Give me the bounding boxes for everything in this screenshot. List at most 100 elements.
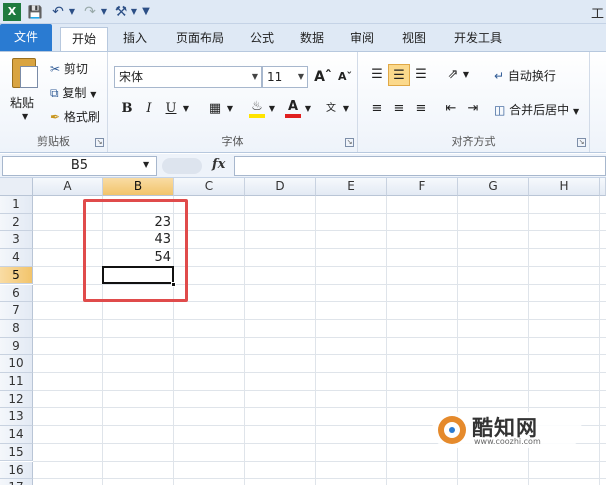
name-box-dropdown-icon[interactable]: ▼ (143, 160, 149, 169)
font-size-select[interactable]: 11 ▼ (262, 66, 308, 88)
font-name-select[interactable]: 宋体 ▼ (114, 66, 262, 88)
alignment-launcher-icon[interactable]: ↘ (577, 138, 586, 147)
italic-button[interactable]: I (138, 98, 160, 120)
fill-color-icon[interactable]: ♨ (246, 96, 268, 118)
grid-column-line (386, 196, 387, 485)
row-header-14[interactable]: 14 (0, 426, 33, 444)
tab-insert[interactable]: 插入 (112, 27, 158, 51)
row-header-2[interactable]: 2 (0, 213, 33, 232)
row-header-7[interactable]: 7 (0, 302, 33, 320)
font-color-dropdown-icon[interactable]: ▼ (302, 98, 314, 120)
merge-center-button[interactable]: ◫ 合并后居中 ▼ (494, 101, 579, 118)
formula-input[interactable] (234, 156, 606, 176)
insert-function-button[interactable]: fx (212, 157, 225, 172)
row-header-5[interactable]: 5 (0, 266, 33, 285)
tab-data[interactable]: 数据 (290, 27, 334, 51)
tab-page-layout[interactable]: 页面布局 (164, 27, 236, 51)
increase-font-icon[interactable]: Aˆ (312, 66, 334, 88)
tab-view[interactable]: 视图 (392, 27, 436, 51)
customize-toolbar-icon[interactable]: ▼ (140, 3, 152, 21)
name-box[interactable]: B5 (2, 156, 157, 176)
select-all-corner[interactable] (0, 178, 33, 196)
row-header-17[interactable]: 17 (0, 479, 33, 485)
align-middle-icon[interactable]: ☰ (388, 64, 410, 86)
phonetic-icon[interactable]: 文 (320, 98, 342, 120)
paste-icon[interactable] (8, 56, 42, 94)
cut-button[interactable]: ✂ 剪切 (50, 60, 88, 77)
tab-formulas[interactable]: 公式 (240, 27, 284, 51)
grid-row-line (33, 372, 606, 373)
tab-home[interactable]: 开始 (60, 27, 108, 51)
align-top-icon[interactable]: ☰ (366, 64, 388, 86)
undo-icon[interactable]: ↶ (48, 3, 68, 21)
align-bottom-icon[interactable]: ☰ (410, 64, 432, 86)
highlight-box (83, 199, 188, 303)
align-left-icon[interactable]: ≡ (366, 98, 388, 120)
row-header-8[interactable]: 8 (0, 319, 33, 338)
tab-file[interactable]: 文件 (0, 24, 52, 51)
grid-column-line (315, 196, 316, 485)
row-header-9[interactable]: 9 (0, 337, 33, 356)
underline-dropdown-icon[interactable]: ▼ (180, 98, 192, 120)
paste-button[interactable]: 粘贴 (10, 94, 34, 111)
row-header-15[interactable]: 15 (0, 443, 33, 462)
row-header-6[interactable]: 6 (0, 284, 33, 303)
align-right-icon[interactable]: ≡ (410, 98, 432, 120)
row-header-13[interactable]: 13 (0, 408, 33, 427)
font-name-value: 宋体 (119, 70, 144, 84)
column-header-e[interactable]: E (316, 178, 387, 196)
redo-dropdown-icon[interactable]: ▼ (100, 3, 108, 21)
merge-dropdown-icon: ▼ (573, 107, 580, 116)
grid-column-line (599, 196, 600, 485)
column-header-a[interactable]: A (33, 178, 103, 196)
font-launcher-icon[interactable]: ↘ (345, 138, 354, 147)
window-title: 工 (590, 7, 604, 22)
decrease-font-icon[interactable]: Aˇ (334, 66, 356, 88)
paste-dropdown-icon[interactable]: ▼ (22, 112, 28, 121)
column-header-f[interactable]: F (387, 178, 458, 196)
number-group-partial (590, 52, 606, 152)
wrap-text-button[interactable]: ↵ 自动换行 (494, 67, 556, 84)
row-header-12[interactable]: 12 (0, 390, 33, 409)
font-group: 宋体 ▼ 11 ▼ Aˆ Aˇ B I U ▼ ▦ ▼ ♨ ▼ A ▼ 文 ▼ … (108, 52, 358, 152)
format-painter-button[interactable]: ✒ 格式刷 (50, 108, 100, 125)
increase-indent-icon[interactable]: ⇥ (462, 98, 484, 120)
undo-dropdown-icon[interactable]: ▼ (68, 3, 76, 21)
row-header-3[interactable]: 3 (0, 231, 33, 250)
column-header-b[interactable]: B (103, 178, 174, 196)
excel-logo-icon: X (3, 3, 21, 21)
save-icon[interactable]: 💾 (26, 3, 44, 21)
bold-button[interactable]: B (116, 98, 138, 120)
tools-icon[interactable]: ⚒ (112, 3, 130, 21)
tab-developer[interactable]: 开发工具 (444, 27, 512, 51)
tools-dropdown-icon[interactable]: ▼ (130, 3, 138, 21)
copy-button[interactable]: ⧉ 复制 ▼ (50, 84, 96, 101)
column-header-d[interactable]: D (245, 178, 316, 196)
grid-row-line (33, 460, 606, 462)
row-header-16[interactable]: 16 (0, 461, 33, 480)
column-header-g[interactable]: G (458, 178, 529, 196)
column-header-h[interactable]: H (529, 178, 600, 196)
row-header-1[interactable]: 1 (0, 196, 33, 214)
border-icon[interactable]: ▦ (204, 98, 226, 120)
grid-row-line (33, 407, 606, 409)
fill-color-dropdown-icon[interactable]: ▼ (266, 98, 278, 120)
row-header-10[interactable]: 10 (0, 355, 33, 373)
row-header-4[interactable]: 4 (0, 249, 33, 267)
grid-column-line (244, 196, 245, 485)
font-size-value: 11 (267, 70, 283, 84)
orientation-dropdown-icon[interactable]: ▼ (460, 64, 472, 86)
border-dropdown-icon[interactable]: ▼ (224, 98, 236, 120)
tab-review[interactable]: 审阅 (340, 27, 384, 51)
font-color-icon[interactable]: A (282, 96, 304, 118)
clipboard-group: 粘贴 ▼ ✂ 剪切 ⧉ 复制 ▼ ✒ 格式刷 剪贴板 ↘ (0, 52, 108, 152)
decrease-indent-icon[interactable]: ⇤ (440, 98, 462, 120)
clipboard-launcher-icon[interactable]: ↘ (95, 138, 104, 147)
column-header-c[interactable]: C (174, 178, 245, 196)
align-center-icon[interactable]: ≡ (388, 98, 410, 120)
wrap-text-label: 自动换行 (507, 69, 556, 83)
phonetic-dropdown-icon[interactable]: ▼ (340, 98, 352, 120)
underline-button[interactable]: U (160, 98, 182, 120)
redo-icon[interactable]: ↷ (80, 3, 100, 21)
row-header-11[interactable]: 11 (0, 373, 33, 391)
